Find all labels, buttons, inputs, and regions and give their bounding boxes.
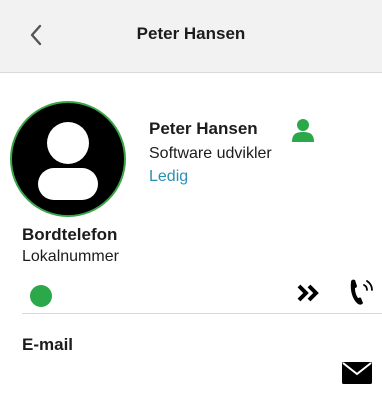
- avatar-placeholder-icon: [38, 122, 98, 200]
- contact-role: Software udvikler: [149, 145, 272, 162]
- page-title: Peter Hansen: [136, 24, 246, 43]
- double-chevron-right-icon: [297, 284, 319, 302]
- person-icon: [290, 117, 316, 143]
- desk-phone-title: Bordtelefon: [22, 225, 118, 244]
- section-divider: [22, 313, 382, 314]
- phone-call-icon: [350, 279, 373, 305]
- send-email-button[interactable]: [342, 362, 372, 384]
- forward-call-button[interactable]: [296, 282, 322, 304]
- contact-detail-screen: Peter Hansen Peter Hansen Software udvik…: [0, 0, 382, 394]
- navigation-bar: Peter Hansen: [0, 0, 382, 73]
- phone-presence-indicator: [30, 285, 52, 307]
- envelope-icon: [342, 362, 372, 384]
- call-button[interactable]: [347, 276, 375, 306]
- contact-status: Ledig: [149, 168, 189, 185]
- email-title: E-mail: [22, 335, 74, 354]
- contact-name: Peter Hansen: [149, 119, 258, 138]
- desk-phone-subtitle: Lokalnummer: [22, 248, 119, 265]
- avatar: [10, 101, 126, 217]
